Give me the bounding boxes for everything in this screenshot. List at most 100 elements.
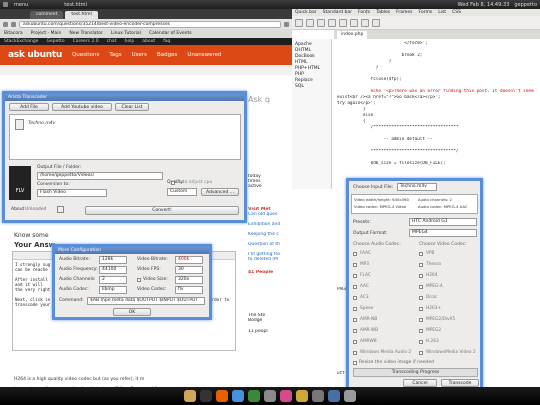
- se-link[interactable]: Gepetto: [46, 39, 64, 44]
- toolbar-tab[interactable]: Quick bar: [295, 10, 317, 15]
- meta-link[interactable]: Question of th: [248, 242, 292, 247]
- clock[interactable]: Wed Feb 8, 14:49:33: [458, 2, 510, 8]
- audio-codec-input[interactable]: libmp: [99, 286, 127, 294]
- clear-list-button[interactable]: Clear List: [115, 103, 149, 111]
- firefox-icon[interactable]: [216, 390, 228, 402]
- codec-radio[interactable]: [419, 350, 423, 355]
- codec-radio[interactable]: [419, 284, 423, 289]
- codec-option[interactable]: MPEG2: [419, 325, 476, 336]
- file-name[interactable]: Techno.m4v: [28, 121, 55, 126]
- output-folder-field[interactable]: /home/geppetto/Videos/: [37, 172, 163, 180]
- info-icon[interactable]: [57, 206, 64, 213]
- toolbar-tab[interactable]: Frames: [396, 10, 412, 15]
- se-link[interactable]: about: [142, 39, 155, 44]
- codec-option[interactable]: H263+: [419, 303, 476, 314]
- audio-frequency-input[interactable]: 44100: [99, 266, 127, 274]
- bookmark-item[interactable]: Calendar of Events: [149, 31, 192, 36]
- files-icon[interactable]: [264, 390, 276, 402]
- codec-option[interactable]: AMR-WB: [353, 325, 411, 336]
- format-select[interactable]: Flash Video: [37, 189, 107, 197]
- se-link[interactable]: Careers 2.0: [73, 39, 99, 44]
- codec-radio[interactable]: [353, 262, 357, 267]
- codec-radio[interactable]: [419, 317, 423, 322]
- toolbar-tab[interactable]: Forms: [419, 10, 433, 15]
- toolbar-tab[interactable]: Standard bar: [323, 10, 352, 15]
- open-icon[interactable]: [306, 18, 314, 27]
- nav-users[interactable]: Users: [132, 52, 147, 58]
- codec-option[interactable]: VP8: [419, 248, 476, 259]
- home-icon[interactable]: [184, 390, 196, 402]
- codec-radio[interactable]: [353, 273, 357, 278]
- codec-option[interactable]: Theora: [419, 259, 476, 270]
- video-bitrate-input[interactable]: 400k: [175, 256, 203, 264]
- codec-radio[interactable]: [419, 328, 423, 333]
- address-input[interactable]: askubuntu.com/questions/35214/best-video…: [19, 20, 281, 28]
- nav-badges[interactable]: Badges: [157, 52, 177, 58]
- audio-bitrate-input[interactable]: 128k: [99, 256, 127, 264]
- chrome-icon[interactable]: [232, 390, 244, 402]
- toolbar-tab[interactable]: Fonts: [358, 10, 370, 15]
- codec-option[interactable]: AC3: [353, 292, 411, 303]
- codec-option[interactable]: Windows Media Audio 2: [353, 347, 411, 358]
- resize-checkbox[interactable]: [353, 361, 357, 365]
- tab-index-php[interactable]: index.php: [337, 31, 368, 39]
- codec-radio[interactable]: [353, 350, 357, 355]
- terminal-icon[interactable]: [200, 390, 212, 402]
- codec-radio[interactable]: [353, 284, 357, 289]
- meta-link[interactable]: Exhibition and: [248, 222, 292, 227]
- codec-radio[interactable]: [353, 317, 357, 322]
- convert-button[interactable]: Convert!: [85, 206, 239, 215]
- codec-option[interactable]: H264: [419, 270, 476, 281]
- se-link[interactable]: help: [124, 39, 134, 44]
- sidebar-entry[interactable]: SQL: [295, 84, 328, 90]
- panel-menu-label[interactable]: menu: [14, 2, 28, 8]
- se-link[interactable]: chat: [107, 39, 117, 44]
- back-icon[interactable]: [3, 21, 8, 27]
- codec-option[interactable]: AMRWB: [353, 336, 411, 347]
- music-icon[interactable]: [280, 390, 292, 402]
- codec-option[interactable]: FAAC: [353, 248, 411, 259]
- bookmark-item[interactable]: Linux Tutorial: [111, 31, 141, 36]
- input-file-select[interactable]: Techno.m4v: [397, 183, 437, 191]
- user-name[interactable]: geppetto: [514, 2, 537, 8]
- meta-link[interactable]: to deleted (M: [248, 257, 292, 262]
- meta-link[interactable]: Keeping the c: [248, 232, 292, 237]
- codec-radio[interactable]: [353, 251, 357, 256]
- ok-button[interactable]: OK: [113, 308, 151, 316]
- new-icon[interactable]: [295, 18, 303, 27]
- video-icon[interactable]: [296, 390, 308, 402]
- menu-icon[interactable]: [3, 2, 8, 7]
- italic-icon[interactable]: [339, 18, 347, 27]
- codec-option[interactable]: MP3: [353, 259, 411, 270]
- quality-select[interactable]: Custom: [167, 188, 197, 196]
- transcode-button[interactable]: Transcode: [441, 379, 479, 387]
- command-input[interactable]: $AB mpe meta data $OUTPUT $INPUT $OUTPUT: [87, 297, 205, 305]
- auto-checkbox[interactable]: [171, 181, 175, 185]
- table-icon[interactable]: [372, 18, 380, 27]
- codec-option[interactable]: Dirac: [419, 292, 476, 303]
- toolbar-tab[interactable]: List: [438, 10, 446, 15]
- toolbar-tab[interactable]: Tables: [376, 10, 390, 15]
- codec-option[interactable]: WindowsMedia Video 2: [419, 347, 476, 358]
- video-codec-input[interactable]: flv: [175, 286, 203, 294]
- bookmark-item[interactable]: Project - Main: [31, 31, 62, 36]
- codec-radio[interactable]: [419, 339, 423, 344]
- meta-link[interactable]: Can old ques: [248, 212, 292, 217]
- codec-radio[interactable]: [419, 251, 423, 256]
- codec-radio[interactable]: [353, 295, 357, 300]
- editor-icon[interactable]: [248, 390, 260, 402]
- codec-radio[interactable]: [353, 339, 357, 344]
- mail-icon[interactable]: [328, 390, 340, 402]
- codec-radio[interactable]: [419, 306, 423, 311]
- settings-icon[interactable]: [312, 390, 324, 402]
- video-fps-input[interactable]: 30: [175, 266, 203, 274]
- video-size-input[interactable]: 320x: [175, 276, 203, 284]
- nav-tags[interactable]: Tags: [109, 52, 121, 58]
- codec-option[interactable]: AMR-NB: [353, 314, 411, 325]
- star-icon[interactable]: [284, 21, 289, 27]
- codec-radio[interactable]: [419, 295, 423, 300]
- ask-question-link[interactable]: Ask q: [248, 95, 292, 104]
- image-icon[interactable]: [361, 18, 369, 27]
- codec-radio[interactable]: [353, 306, 357, 311]
- codec-option[interactable]: FLAC: [353, 270, 411, 281]
